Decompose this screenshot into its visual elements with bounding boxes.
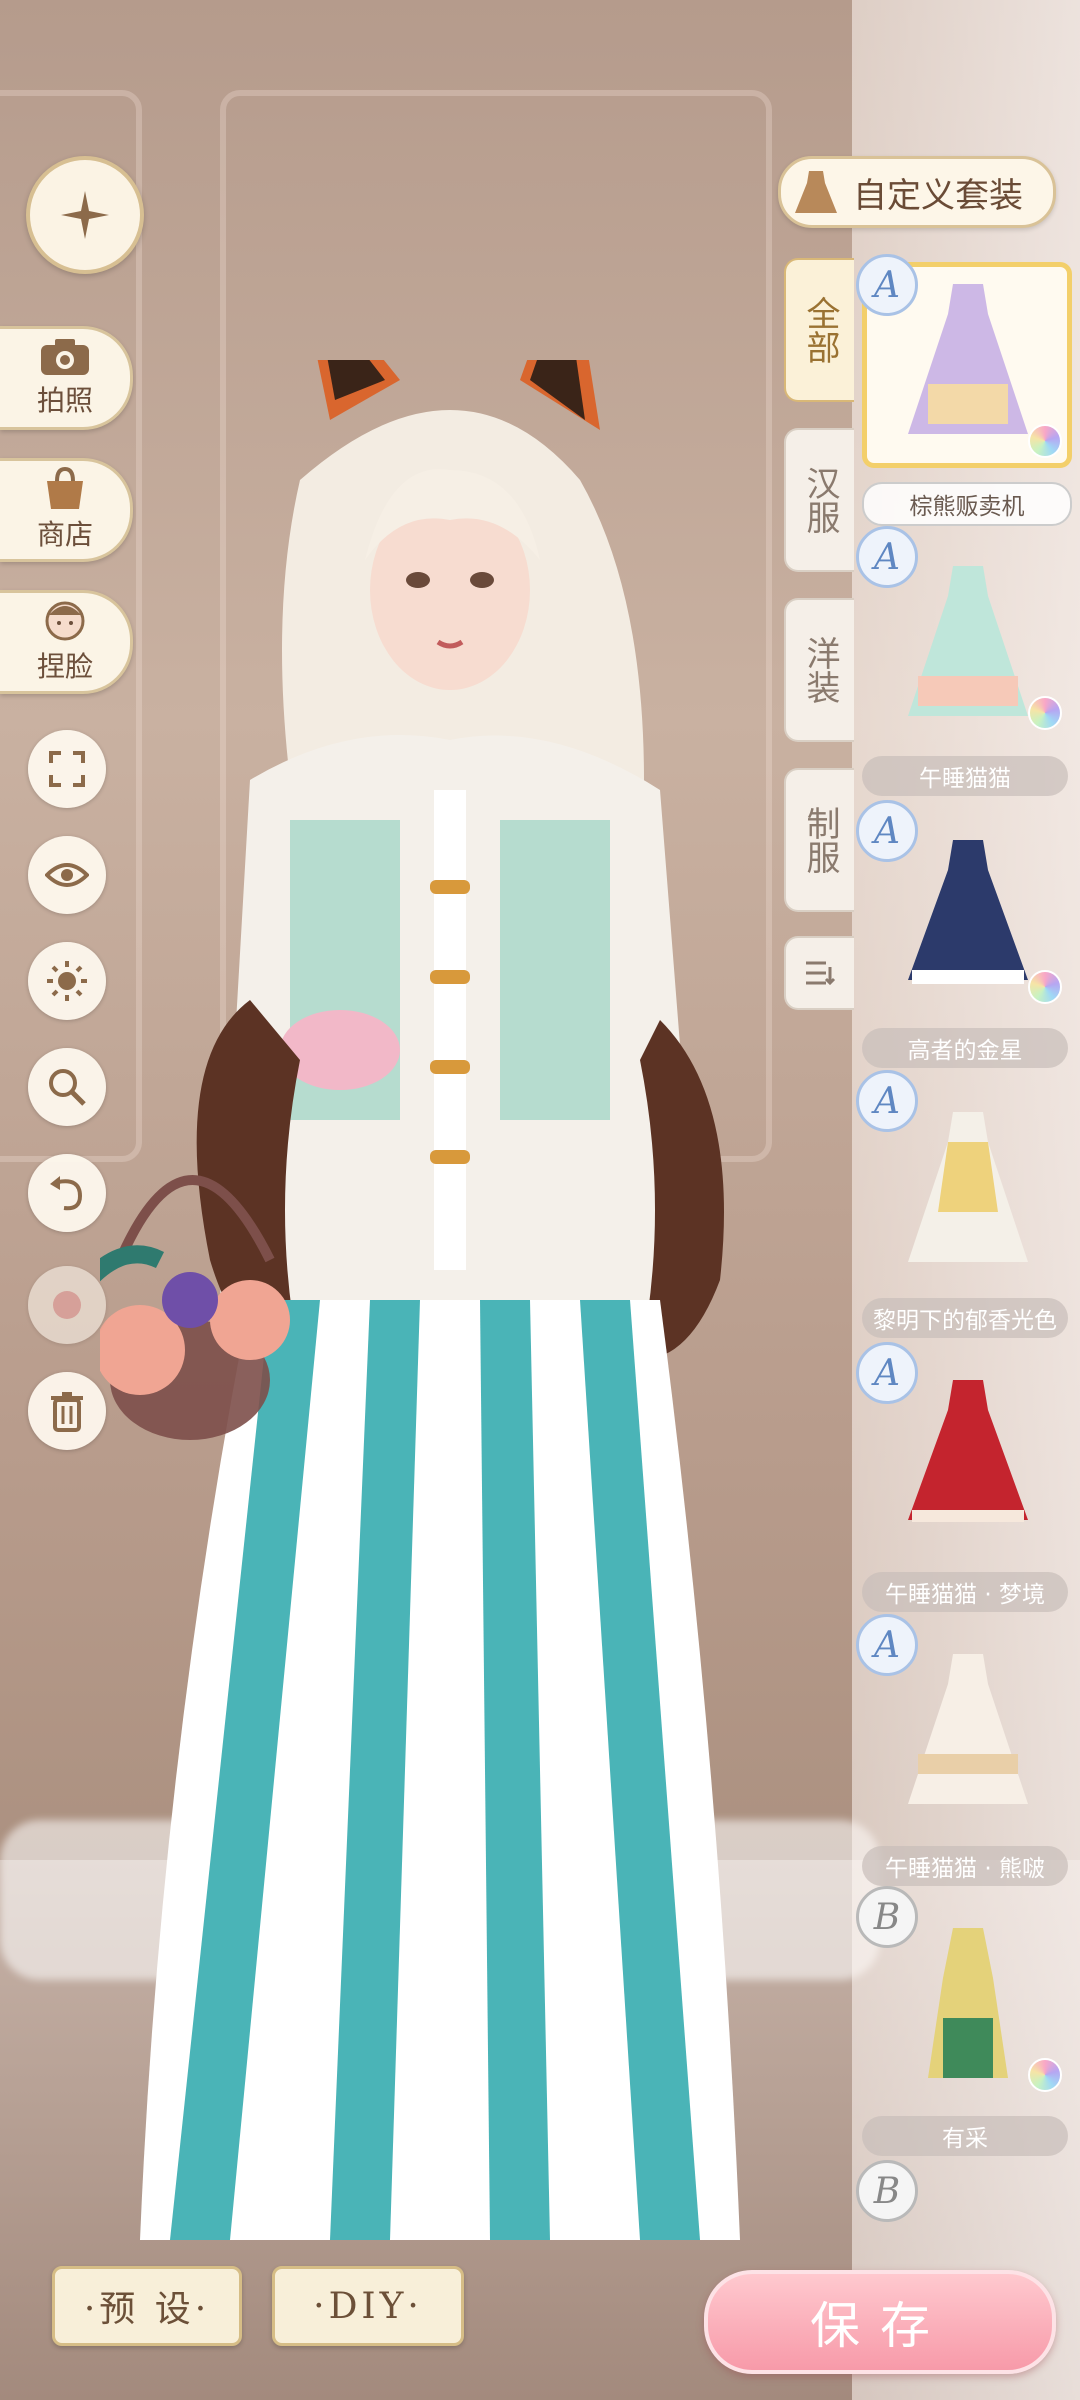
character-avatar[interactable] xyxy=(100,360,860,2260)
sun-icon xyxy=(47,961,87,1001)
lighting-button[interactable] xyxy=(28,942,106,1020)
tab-all[interactable]: 全部 xyxy=(784,258,854,402)
compass-button[interactable] xyxy=(26,156,144,274)
filter-list-icon xyxy=(806,961,836,986)
outfit-thumbnail xyxy=(908,840,1028,984)
photo-button[interactable]: 拍照 xyxy=(0,326,133,430)
grade-badge: A xyxy=(856,254,918,316)
grade-badge: A xyxy=(856,800,918,862)
custom-outfit-button[interactable]: 自定义套装 xyxy=(778,156,1056,228)
grade-badge: A xyxy=(856,1342,918,1404)
undo-button[interactable] xyxy=(28,1154,106,1232)
shop-label: 商店 xyxy=(36,518,93,551)
outfit-name: 午睡猫猫 · 熊啵 xyxy=(862,1846,1068,1886)
outfit-name: 棕熊贩卖机 xyxy=(862,482,1072,526)
tab-western-dress[interactable]: 洋装 xyxy=(784,598,854,742)
tab-hanfu[interactable]: 汉服 xyxy=(784,428,854,572)
outfit-name: 黎明下的郁香光色 xyxy=(862,1298,1068,1338)
fullscreen-icon xyxy=(49,751,85,787)
undo-icon xyxy=(50,1176,83,1211)
tab-uniform[interactable]: 制服 xyxy=(784,768,854,912)
rainbow-dye-icon xyxy=(1028,424,1062,458)
zoom-button[interactable] xyxy=(28,1048,106,1126)
outfit-thumbnail xyxy=(928,1928,1008,2078)
delete-button[interactable] xyxy=(28,1372,106,1450)
filter-button[interactable] xyxy=(784,936,854,1010)
grade-badge: B xyxy=(856,1886,918,1948)
shop-bag-icon xyxy=(47,467,83,509)
face-edit-button[interactable]: 捏脸 xyxy=(0,590,133,694)
outfit-thumbnail xyxy=(908,1380,1028,1522)
preset-button[interactable]: ·预 设· xyxy=(52,2266,242,2346)
photo-label: 拍照 xyxy=(36,384,93,417)
grade-badge: B xyxy=(856,2160,918,2222)
trash-icon xyxy=(51,1392,83,1432)
rainbow-dye-icon xyxy=(1028,696,1062,730)
outfit-name: 午睡猫猫 xyxy=(862,756,1068,796)
rainbow-dye-icon xyxy=(1028,2058,1062,2092)
fullscreen-button[interactable] xyxy=(28,730,106,808)
camera-icon xyxy=(41,339,89,375)
outfit-thumbnail xyxy=(908,566,1028,716)
outfit-name: 午睡猫猫 · 梦境 xyxy=(862,1572,1068,1612)
custom-outfit-label: 自定义套装 xyxy=(853,175,1023,216)
outfit-thumbnail xyxy=(908,284,1028,434)
eye-icon xyxy=(45,863,89,887)
outfit-name: 有采 xyxy=(862,2116,1068,2156)
diy-button[interactable]: ·DIY· xyxy=(272,2266,464,2346)
tab-western-label: 洋装 xyxy=(800,636,840,704)
face-label: 捏脸 xyxy=(36,650,93,683)
palette-icon xyxy=(53,1291,81,1319)
outfit-name: 高者的金星 xyxy=(862,1028,1068,1068)
grade-badge: A xyxy=(856,1614,918,1676)
save-button[interactable]: 保存 xyxy=(704,2270,1056,2374)
grade-badge: A xyxy=(856,1070,918,1132)
tab-all-label: 全部 xyxy=(800,296,840,364)
hide-ui-button[interactable] xyxy=(28,836,106,914)
outfit-thumbnail xyxy=(908,1654,1028,1804)
compass-star-icon xyxy=(61,191,109,239)
tab-hanfu-label: 汉服 xyxy=(800,466,840,534)
rainbow-dye-icon xyxy=(1028,970,1062,1004)
outfit-thumbnail xyxy=(908,1112,1028,1262)
tab-uniform-label: 制服 xyxy=(800,806,840,874)
shop-button[interactable]: 商店 xyxy=(0,458,133,562)
dye-button[interactable] xyxy=(28,1266,106,1344)
face-icon xyxy=(45,601,85,641)
grade-badge: A xyxy=(856,526,918,588)
magnifier-icon xyxy=(49,1069,86,1106)
dress-icon xyxy=(795,171,837,213)
